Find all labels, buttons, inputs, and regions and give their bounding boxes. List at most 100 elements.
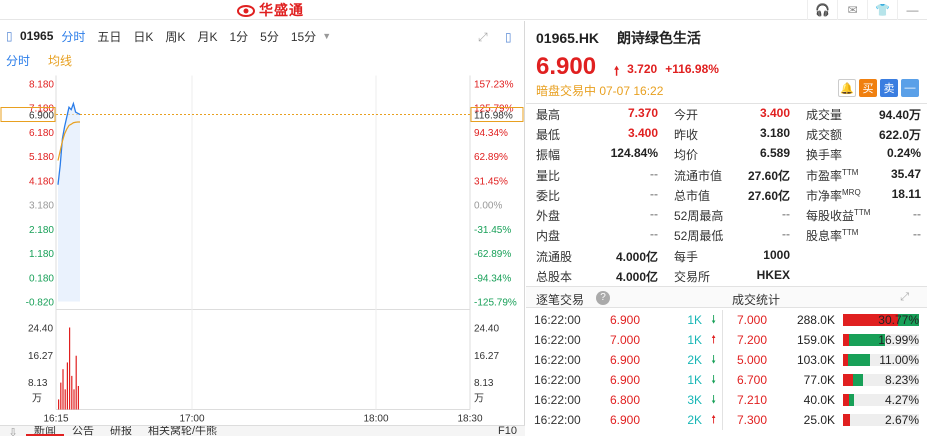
expand-left-icon[interactable]: ▯ <box>6 29 20 43</box>
volume-tick-label-right: 16.27 <box>474 351 499 362</box>
quote-cell: 52周最低 -- <box>664 227 796 244</box>
window-controls: 🎧 ✉ 👕 — <box>807 0 927 20</box>
quote-cell: 量比 -- <box>526 167 664 184</box>
tab-1min[interactable]: 1分 <box>229 28 248 45</box>
quote-value: 94.40万 <box>878 107 921 122</box>
arrow-up-icon: 🠕 <box>711 413 716 426</box>
tab-daily[interactable]: 日K <box>133 28 153 45</box>
stock-price: 6.900 <box>536 53 597 80</box>
stats-bar-buy <box>843 374 854 386</box>
minimize-icon[interactable]: — <box>897 0 927 20</box>
tab-announcements[interactable]: 公告 <box>64 426 102 436</box>
volume-tick-label: 16.27 <box>28 351 53 362</box>
volume-bar <box>71 375 73 410</box>
action-buttons: 🔔 买 卖 — <box>838 79 919 97</box>
quote-row: 最高 7.370 今开 3.400 成交量 94.40万 <box>526 104 927 124</box>
tick-list: 16:22:00 6.900 1K 🠗 16:22:00 7.000 1K 🠕 16:22:00… <box>526 310 722 430</box>
tab-15min[interactable]: 15分 <box>291 28 316 45</box>
quote-label: 市盈率TTM <box>806 167 859 183</box>
quote-cell: 52周最高 -- <box>664 207 796 224</box>
tick-price: 6.800 <box>610 393 641 407</box>
subtab-average[interactable]: 均线 <box>48 52 72 69</box>
volume-stats: 7.000 288.0K 30.77% 7.200 159.0K 16.99% 5.000 1… <box>722 310 927 430</box>
quote-cell: 成交量 94.40万 <box>796 106 927 123</box>
stats-pct: 11.00% <box>879 353 919 367</box>
price-tick-label: 5.180 <box>29 152 54 163</box>
quote-cell: 换手率 0.24% <box>796 146 927 163</box>
chart-toolbar: ▯ 01965 分时 五日 日K 周K 月K 1分 5分 15分 ▼ ⤢ ▯ <box>0 21 524 51</box>
download-icon[interactable]: ⇩ <box>0 426 26 436</box>
quote-label: 最高 <box>536 107 561 122</box>
stats-volume: 25.0K <box>803 413 835 427</box>
change-value: 3.720 <box>627 62 658 76</box>
tab-5day[interactable]: 五日 <box>97 28 121 45</box>
tab-monthly[interactable]: 月K <box>197 28 217 45</box>
price-area <box>58 103 80 302</box>
tab-weekly[interactable]: 周K <box>165 28 185 45</box>
app-logo: 华盛通 <box>237 0 304 20</box>
tick-price: 7.000 <box>610 333 641 347</box>
shirt-icon[interactable]: 👕 <box>867 0 897 20</box>
volume-bar <box>62 369 64 410</box>
quote-cell: 成交额 622.0万 <box>796 126 927 143</box>
subtab-intraday[interactable]: 分时 <box>6 52 30 69</box>
stats-row: 7.000 288.0K 30.77% <box>723 310 927 330</box>
ticks-title: 逐笔交易 <box>536 293 585 307</box>
sell-button[interactable]: 卖 <box>880 79 898 97</box>
tick-volume: 3K <box>687 393 702 407</box>
arrow-down-icon: 🠗 <box>711 353 716 366</box>
quote-row: 振幅 124.84% 均价 6.589 换手率 0.24% <box>526 145 927 165</box>
quote-row: 外盘 -- 52周最高 -- 每股收益TTM -- <box>526 205 927 225</box>
tick-volume: 2K <box>687 413 702 427</box>
quote-value: 27.60亿 <box>747 188 790 203</box>
expand-right-icon[interactable]: ▯ <box>505 30 512 44</box>
quote-value: 18.11 <box>891 186 921 201</box>
quote-label: 昨收 <box>674 127 699 142</box>
tab-research[interactable]: 研报 <box>102 426 140 436</box>
tick-volume: 1K <box>687 373 702 387</box>
app-title: 华盛通 <box>259 2 304 18</box>
buy-button[interactable]: 买 <box>859 79 877 97</box>
pct-tick-label: -31.45% <box>474 225 511 236</box>
tick-price: 6.900 <box>610 353 641 367</box>
quote-cell: 均价 6.589 <box>664 146 796 163</box>
quote-label: 委比 <box>536 188 561 203</box>
quote-label: 总股本 <box>536 270 573 285</box>
quote-label: 今开 <box>674 107 699 122</box>
tab-5min[interactable]: 5分 <box>260 28 279 45</box>
chevron-down-icon[interactable]: ▼ <box>322 31 331 41</box>
stats-pct: 2.67% <box>884 413 919 427</box>
quote-value: 6.589 <box>759 146 790 161</box>
volume-bar <box>66 362 68 410</box>
quote-label: 市净率MRQ <box>806 187 861 203</box>
expand-icon[interactable]: ⤢ <box>900 291 909 304</box>
volume-unit-label-right: 万 <box>474 394 484 405</box>
stats-row: 6.700 77.0K 8.23% <box>723 370 927 390</box>
logo-icon <box>237 5 255 17</box>
more-button[interactable]: — <box>901 79 919 97</box>
stats-bar-sell <box>853 374 864 386</box>
f10-button[interactable]: F10 <box>498 426 517 436</box>
quote-value: 35.47 <box>890 166 921 181</box>
tab-news[interactable]: 新闻 <box>26 426 64 436</box>
quote-value: 622.0万 <box>878 127 921 142</box>
stats-title: 成交统计 <box>732 293 781 307</box>
quote-value: 3.180 <box>759 125 790 140</box>
help-icon[interactable]: ? <box>596 291 610 305</box>
time-tick-label: 17:00 <box>179 414 204 425</box>
volume-bar <box>73 389 75 410</box>
quote-cell: 外盘 -- <box>526 207 664 224</box>
stats-volume: 103.0K <box>796 353 835 367</box>
mail-icon[interactable]: ✉ <box>837 0 867 20</box>
intraday-chart[interactable]: 8.1807.1806.9006.1805.1804.1803.1802.180… <box>0 70 525 436</box>
price-tick-label: 4.180 <box>29 176 54 187</box>
tick-time: 16:22:00 <box>534 353 581 367</box>
price-tick-label: 0.180 <box>29 273 54 284</box>
fullscreen-icon[interactable]: ⤢ <box>478 30 488 45</box>
tick-row: 16:22:00 6.900 2K 🠗 <box>526 350 722 370</box>
headset-icon[interactable]: 🎧 <box>807 0 837 20</box>
tab-warrants[interactable]: 相关窝轮/牛熊 <box>140 426 225 436</box>
quote-label: 每股收益TTM <box>806 208 871 224</box>
alert-bell-icon[interactable]: 🔔 <box>838 79 856 97</box>
tab-intraday[interactable]: 分时 <box>61 28 85 45</box>
